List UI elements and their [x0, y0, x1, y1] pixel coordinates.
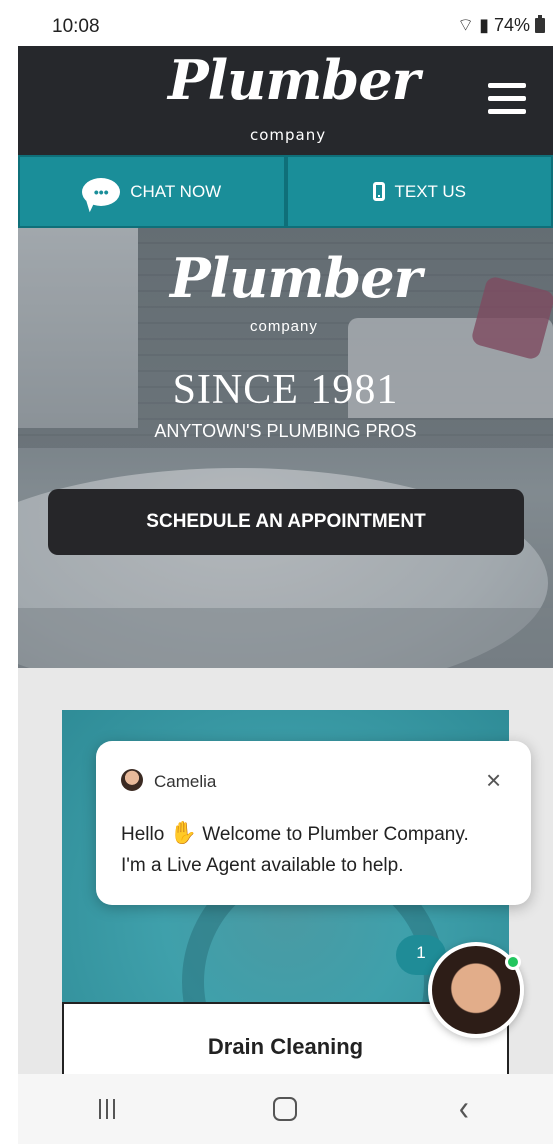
- hero-section: Plumber company SINCE 1981 ANYTOWN'S PLU…: [18, 228, 553, 668]
- chat-now-label: CHAT NOW: [130, 181, 222, 201]
- wave-hand-icon: ✋: [169, 820, 197, 845]
- logo[interactable]: Plumber: [168, 48, 420, 112]
- wifi-icon: ⌔: [457, 15, 475, 35]
- chat-now-button[interactable]: ••• CHAT NOW: [18, 155, 286, 228]
- signal-icon: ▮: [479, 15, 489, 35]
- page: Plumber company ••• CHAT NOW TEXT US Plu…: [18, 46, 553, 1074]
- cta-bar: ••• CHAT NOW TEXT US: [18, 155, 553, 228]
- agent-name: Camelia: [154, 772, 217, 791]
- status-right: ⌔ ▮ 74%: [457, 14, 545, 37]
- hero-logo-subtitle: company: [250, 318, 318, 335]
- chat-bubble-icon: •••: [82, 177, 121, 206]
- battery-icon: [535, 15, 545, 33]
- hamburger-menu-icon[interactable]: [488, 83, 528, 115]
- hero-logo: Plumber: [170, 246, 422, 310]
- back-icon[interactable]: ‹: [434, 1085, 494, 1133]
- chat-greeting: Hello: [121, 824, 165, 845]
- chat-message: Hello ✋ Welcome to Plumber Company. I'm …: [121, 817, 516, 881]
- text-us-label: TEXT US: [394, 181, 466, 201]
- service-card-title: Drain Cleaning: [207, 1034, 364, 1059]
- home-icon[interactable]: [255, 1089, 315, 1129]
- hero-tagline: ANYTOWN'S PLUMBING PROS: [154, 421, 417, 441]
- chat-popup[interactable]: Camelia × Hello ✋ Welcome to Plumber Com…: [96, 741, 531, 905]
- android-nav-bar: ‹: [18, 1074, 553, 1144]
- chat-message-line1: Welcome to Plumber Company.: [202, 824, 469, 845]
- site-header: Plumber company: [18, 46, 553, 155]
- text-us-button[interactable]: TEXT US: [285, 155, 553, 228]
- mobile-phone-icon: [372, 182, 385, 201]
- logo-subtitle: company: [250, 126, 327, 144]
- battery-percent: 74%: [493, 15, 530, 35]
- recents-icon[interactable]: [77, 1089, 137, 1129]
- schedule-appointment-button[interactable]: SCHEDULE AN APPOINTMENT: [48, 489, 524, 555]
- close-icon[interactable]: ×: [486, 767, 501, 793]
- since-heading: SINCE 1981: [172, 367, 399, 413]
- chat-message-line2: I'm a Live Agent available to help.: [121, 855, 404, 876]
- agent-avatar-small: [121, 769, 143, 791]
- status-bar: 10:08 ⌔ ▮ 74%: [18, 0, 553, 46]
- status-time: 10:08: [52, 16, 100, 37]
- online-status-icon: [505, 954, 521, 970]
